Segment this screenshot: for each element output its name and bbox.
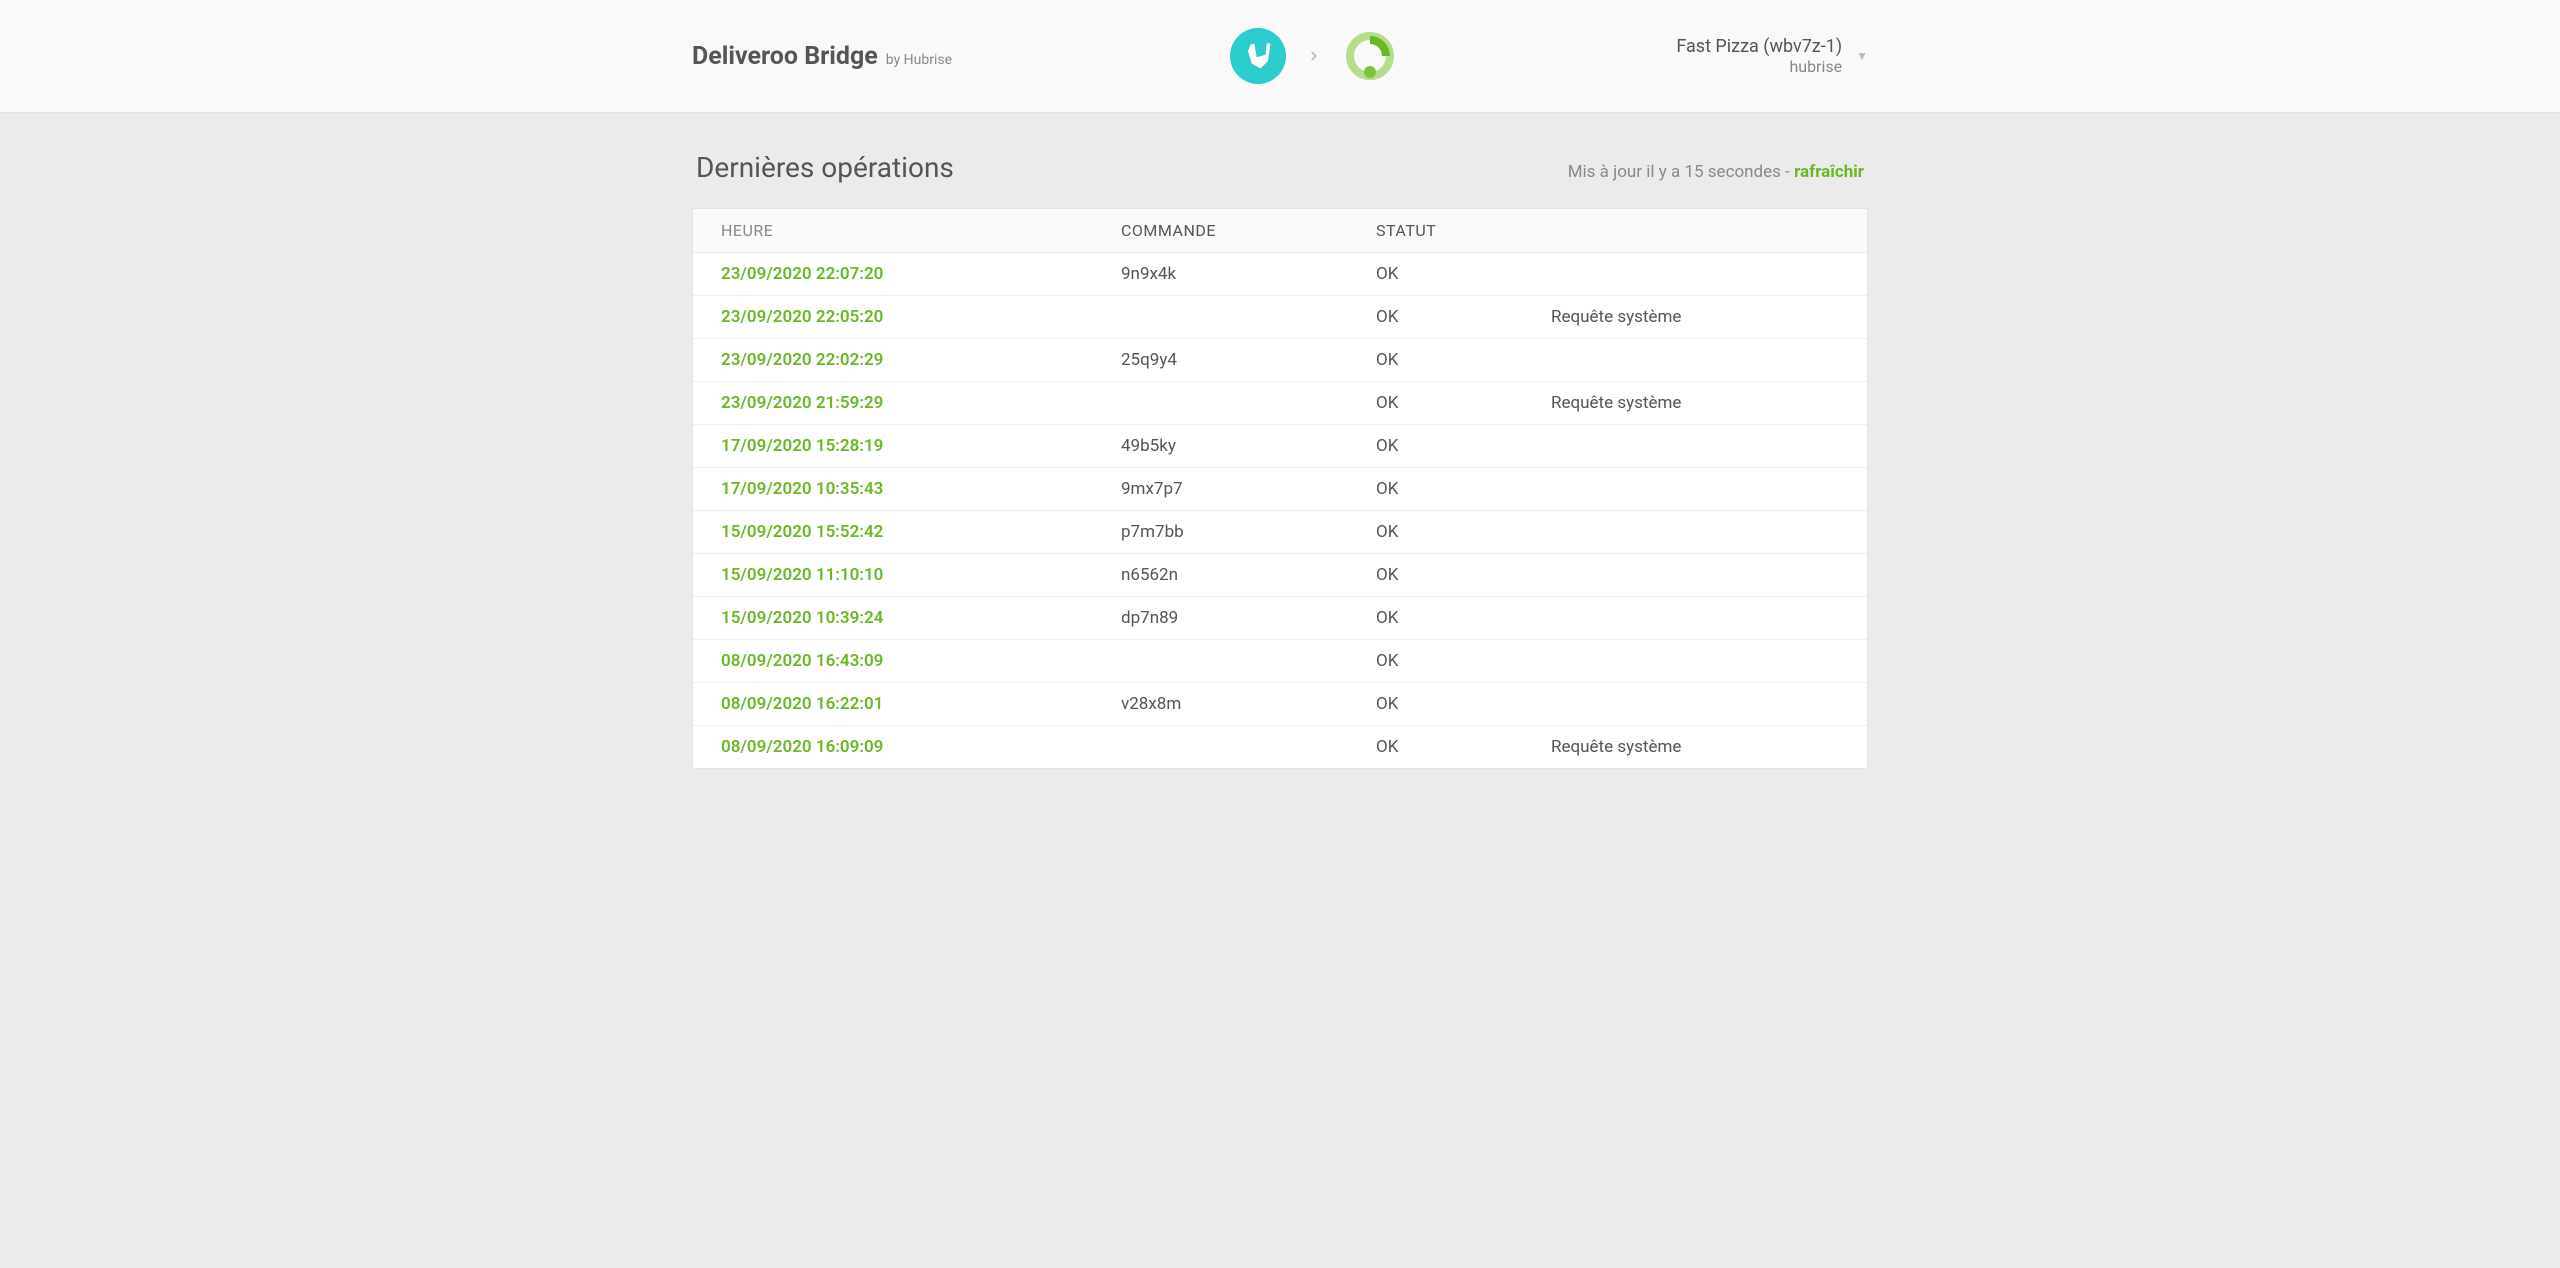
operation-status: OK	[1376, 694, 1551, 714]
operation-note	[1551, 651, 1839, 671]
operation-note: Requête système	[1551, 307, 1839, 327]
operation-status: OK	[1376, 608, 1551, 628]
table-row: 15/09/2020 15:52:42 p7m7bbOK	[693, 511, 1867, 554]
operation-order: v28x8m	[1121, 694, 1376, 714]
operation-status: OK	[1376, 737, 1551, 757]
table-row: 23/09/2020 21:59:29 OKRequête système	[693, 382, 1867, 425]
operation-time-link[interactable]: 08/09/2020 16:43:09	[721, 651, 883, 671]
hubrise-logo-icon	[1342, 28, 1398, 84]
app-title: Deliveroo Bridge	[692, 42, 878, 71]
deliveroo-logo-icon	[1230, 28, 1286, 84]
header-time: HEURE	[721, 221, 1121, 240]
app-header: Deliveroo Bridge by Hubrise	[0, 0, 2560, 113]
operation-status: OK	[1376, 522, 1551, 542]
integration-flow	[1230, 28, 1398, 84]
page-title: Dernières opérations	[696, 151, 954, 184]
operation-note	[1551, 694, 1839, 714]
table-row: 15/09/2020 11:10:10 n6562nOK	[693, 554, 1867, 597]
operation-time-link[interactable]: 08/09/2020 16:22:01	[721, 694, 883, 714]
table-row: 17/09/2020 10:35:43 9mx7p7OK	[693, 468, 1867, 511]
account-org: hubrise	[1676, 57, 1842, 76]
operation-time-link[interactable]: 23/09/2020 22:07:20	[721, 264, 883, 284]
table-row: 08/09/2020 16:22:01 v28x8mOK	[693, 683, 1867, 726]
operation-time-link[interactable]: 17/09/2020 10:35:43	[721, 479, 883, 499]
operation-note	[1551, 436, 1839, 456]
operation-status: OK	[1376, 651, 1551, 671]
operation-note	[1551, 522, 1839, 542]
header-status: STATUT	[1376, 221, 1551, 240]
operation-note: Requête système	[1551, 737, 1839, 757]
account-selector[interactable]: Fast Pizza (wbv7z-1) hubrise ▼	[1676, 36, 1868, 76]
table-row: 08/09/2020 16:43:09 OK	[693, 640, 1867, 683]
app-byline: by Hubrise	[886, 52, 952, 68]
table-row: 08/09/2020 16:09:09 OKRequête système	[693, 726, 1867, 768]
updated-prefix: Mis à jour il y a 15 secondes -	[1568, 162, 1794, 182]
refresh-link[interactable]: rafraîchir	[1794, 162, 1864, 182]
operation-order: dp7n89	[1121, 608, 1376, 628]
table-row: 17/09/2020 15:28:19 49b5kyOK	[693, 425, 1867, 468]
operation-order: 9n9x4k	[1121, 264, 1376, 284]
operation-status: OK	[1376, 350, 1551, 370]
operation-status: OK	[1376, 264, 1551, 284]
operation-time-link[interactable]: 23/09/2020 22:02:29	[721, 350, 883, 370]
operation-note: Requête système	[1551, 393, 1839, 413]
operation-order: p7m7bb	[1121, 522, 1376, 542]
operation-status: OK	[1376, 393, 1551, 413]
operation-status: OK	[1376, 307, 1551, 327]
operation-time-link[interactable]: 15/09/2020 10:39:24	[721, 608, 883, 628]
table-row: 23/09/2020 22:05:20 OKRequête système	[693, 296, 1867, 339]
operation-order	[1121, 737, 1376, 757]
operation-status: OK	[1376, 565, 1551, 585]
operation-order	[1121, 393, 1376, 413]
operation-note	[1551, 608, 1839, 628]
table-body: 23/09/2020 22:07:209n9x4kOK23/09/2020 22…	[693, 253, 1867, 768]
operation-status: OK	[1376, 436, 1551, 456]
operation-time-link[interactable]: 15/09/2020 11:10:10	[721, 565, 883, 585]
operation-time-link[interactable]: 23/09/2020 21:59:29	[721, 393, 883, 413]
operation-order: 9mx7p7	[1121, 479, 1376, 499]
operation-order: 25q9y4	[1121, 350, 1376, 370]
header-order: COMMANDE	[1121, 221, 1376, 240]
operations-table: HEURE COMMANDE STATUT 23/09/2020 22:07:2…	[692, 208, 1868, 769]
operation-note	[1551, 264, 1839, 284]
brand: Deliveroo Bridge by Hubrise	[692, 42, 952, 71]
account-name: Fast Pizza (wbv7z-1)	[1676, 36, 1842, 57]
operation-time-link[interactable]: 15/09/2020 15:52:42	[721, 522, 883, 542]
caret-down-icon: ▼	[1856, 49, 1868, 63]
chevron-right-icon	[1306, 48, 1322, 64]
header-note	[1551, 221, 1839, 240]
operation-order	[1121, 307, 1376, 327]
operation-time-link[interactable]: 17/09/2020 15:28:19	[721, 436, 883, 456]
operation-order: 49b5ky	[1121, 436, 1376, 456]
main-content: Dernières opérations Mis à jour il y a 1…	[692, 113, 1868, 807]
table-row: 15/09/2020 10:39:24 dp7n89OK	[693, 597, 1867, 640]
operation-note	[1551, 350, 1839, 370]
operation-order: n6562n	[1121, 565, 1376, 585]
table-header: HEURE COMMANDE STATUT	[693, 209, 1867, 253]
operation-note	[1551, 479, 1839, 499]
table-row: 23/09/2020 22:07:20 9n9x4kOK	[693, 253, 1867, 296]
operation-order	[1121, 651, 1376, 671]
operation-time-link[interactable]: 23/09/2020 22:05:20	[721, 307, 883, 327]
operation-note	[1551, 565, 1839, 585]
operation-time-link[interactable]: 08/09/2020 16:09:09	[721, 737, 883, 757]
table-row: 23/09/2020 22:02:29 25q9y4OK	[693, 339, 1867, 382]
operation-status: OK	[1376, 479, 1551, 499]
last-updated: Mis à jour il y a 15 secondes - rafraîch…	[1568, 162, 1864, 182]
